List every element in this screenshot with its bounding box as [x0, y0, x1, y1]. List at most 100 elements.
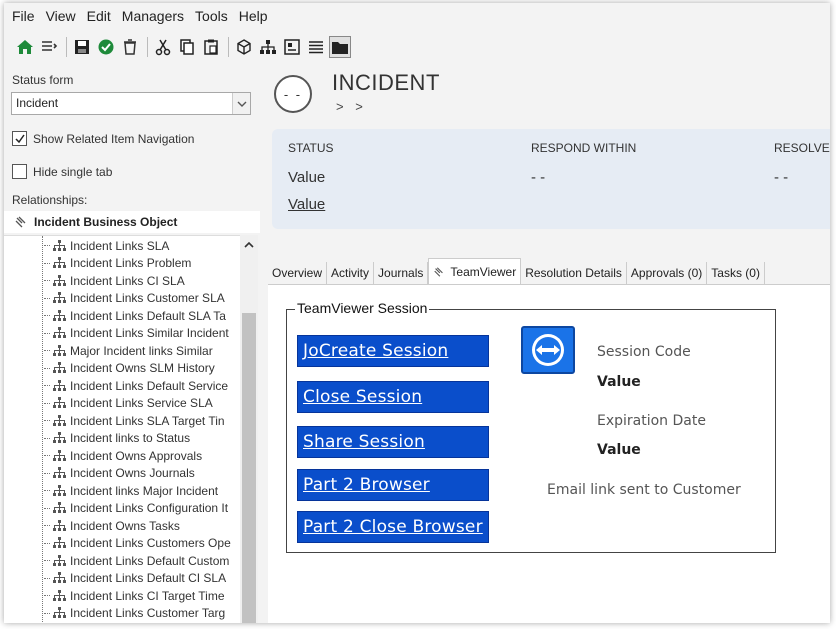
tree-item[interactable]: Incident links to Status — [44, 430, 240, 447]
tree-item[interactable]: Incident Owns Approvals — [44, 447, 240, 464]
hierarchy-icon — [53, 432, 66, 444]
hierarchy-icon — [53, 379, 66, 392]
hierarchy-icon — [53, 554, 66, 567]
menu-view[interactable]: View — [46, 8, 76, 24]
status-panel: STATUS RESPOND WITHIN RESOLVE Value Valu… — [272, 129, 830, 229]
tree-item[interactable]: Incident Links SLA Target Tin — [44, 412, 240, 429]
part2-close-browser-button[interactable]: Part 2 Close Browser — [297, 511, 489, 543]
share-session-button[interactable]: Share Session — [297, 426, 489, 458]
tree-item-label: Incident Links Default Custom — [70, 553, 230, 568]
tree-item[interactable]: Incident Links CI SLA — [44, 272, 240, 289]
lines-icon[interactable] — [305, 36, 327, 58]
tree-item[interactable]: Incident Owns SLM History — [44, 360, 240, 377]
tree-item-label: Incident Owns Journals — [70, 466, 195, 480]
tree-item[interactable]: Incident links Major Incident — [44, 482, 240, 499]
status-value-link[interactable]: Value — [288, 196, 325, 213]
menu-managers[interactable]: Managers — [122, 8, 184, 24]
menu-help[interactable]: Help — [239, 8, 268, 24]
status-form-select[interactable]: Incident — [11, 92, 251, 115]
copy-icon[interactable] — [176, 36, 198, 58]
tree-item-label: Incident Links SLA — [70, 238, 170, 253]
folder-icon[interactable] — [329, 36, 351, 58]
chevron-down-icon[interactable] — [232, 93, 250, 114]
tab-label: Activity — [331, 266, 370, 280]
trash-icon[interactable] — [119, 36, 141, 58]
hierarchy-icon — [53, 607, 66, 619]
tab-content: TeamViewer Session JoCreate Session Clos… — [268, 285, 830, 623]
tab-overview[interactable]: Overview — [268, 262, 328, 284]
tree-item[interactable]: Incident Links Default Service — [44, 377, 240, 394]
tab-teamviewer[interactable]: TeamViewer — [428, 258, 522, 284]
tree-item[interactable]: Incident Links Configuration It — [44, 500, 240, 517]
scrollbar-thumb[interactable] — [242, 313, 256, 623]
hierarchy-icon — [53, 484, 66, 497]
form-icon[interactable] — [281, 36, 303, 58]
list-icon[interactable] — [38, 36, 60, 58]
hide-single-tab-checkbox[interactable] — [12, 164, 27, 179]
tree-item[interactable]: Incident Links Customer SLA — [44, 290, 240, 307]
create-session-button[interactable]: JoCreate Session — [297, 335, 489, 367]
hierarchy-icon — [53, 519, 66, 532]
expiration-date-label: Expiration Date — [597, 413, 706, 429]
menu-tools[interactable]: Tools — [195, 8, 228, 24]
tree-connector — [44, 490, 50, 491]
checkmark-icon[interactable] — [95, 36, 117, 58]
tree-item[interactable]: Incident Owns Journals — [44, 465, 240, 482]
chevron-up-icon[interactable] — [240, 237, 258, 253]
tree-item[interactable]: Incident Links SLA — [44, 237, 240, 254]
tree-scrollbar[interactable] — [240, 235, 258, 623]
tree-item[interactable]: Incident Links Similar Incident — [44, 325, 240, 342]
menu-edit[interactable]: Edit — [87, 8, 111, 24]
tree-item[interactable]: Incident Links Customers Ope — [44, 535, 240, 552]
tree-item[interactable]: Major Incident links Similar — [44, 342, 240, 359]
hide-single-tab-row[interactable]: Hide single tab — [12, 164, 112, 179]
hierarchy-icon — [53, 397, 66, 409]
tree-item[interactable]: Incident Links CI Target Time — [44, 587, 240, 604]
tree-connector — [44, 472, 50, 474]
teamviewer-session-group: TeamViewer Session JoCreate Session Clos… — [286, 300, 776, 553]
toolbar-separator — [66, 37, 67, 57]
part2-browser-button[interactable]: Part 2 Browser — [297, 469, 489, 501]
hierarchy-icon[interactable] — [257, 36, 279, 58]
status-form-value: Incident — [16, 96, 59, 110]
home-icon[interactable] — [14, 36, 36, 58]
relationship-root-item[interactable]: Incident Business Object — [4, 211, 260, 233]
menu-file[interactable]: File — [12, 8, 35, 24]
show-related-row[interactable]: Show Related Item Navigation — [12, 131, 194, 146]
tab-approvals[interactable]: Approvals (0) — [627, 262, 708, 284]
expiration-date-value: Value — [597, 442, 641, 458]
paste-icon[interactable] — [200, 36, 222, 58]
tab-journals[interactable]: Journals — [374, 262, 429, 284]
hierarchy-icon — [53, 292, 66, 304]
tree-item-label: Incident Links Customers Ope — [70, 536, 231, 550]
breadcrumb[interactable]: > > — [336, 99, 367, 114]
hierarchy-icon — [53, 467, 66, 479]
tree-connector — [44, 525, 50, 526]
close-session-button[interactable]: Close Session — [297, 381, 489, 413]
tab-label: Resolution Details — [525, 266, 622, 280]
save-icon[interactable] — [71, 36, 93, 58]
teamviewer-session-legend: TeamViewer Session — [295, 300, 430, 316]
tab-resolution-details[interactable]: Resolution Details — [521, 262, 627, 284]
tree-item-label: Incident Links Problem — [70, 256, 192, 270]
tree-item[interactable]: Incident Links Default CI SLA — [44, 570, 240, 587]
tree-item[interactable]: Incident Links Service SLA — [44, 395, 240, 412]
tab-label: Journals — [378, 266, 424, 280]
show-related-checkbox[interactable] — [12, 131, 27, 146]
tree-item[interactable]: Incident Links Default SLA Ta — [44, 307, 240, 324]
tree-connector — [44, 332, 50, 334]
tree-item[interactable]: Incident Owns Tasks — [44, 517, 240, 534]
tree-item[interactable]: Incident Links Default Custom — [44, 552, 240, 569]
tree-item-label: Major Incident links Similar — [70, 343, 213, 358]
tree-connector — [44, 350, 50, 351]
tab-tasks[interactable]: Tasks (0) — [707, 262, 765, 284]
app-window: File View Edit Managers Tools Help Statu… — [4, 3, 830, 623]
cut-icon[interactable] — [152, 36, 174, 58]
tab-activity[interactable]: Activity — [327, 262, 375, 284]
resolve-header: RESOLVE — [774, 141, 830, 155]
tree-item[interactable]: Incident Links Customer Targ — [44, 605, 240, 622]
hierarchy-icon — [53, 327, 66, 339]
tree-item[interactable]: Incident Links Problem — [44, 255, 240, 272]
cube-icon[interactable] — [233, 36, 255, 58]
tree-connector — [44, 507, 50, 509]
